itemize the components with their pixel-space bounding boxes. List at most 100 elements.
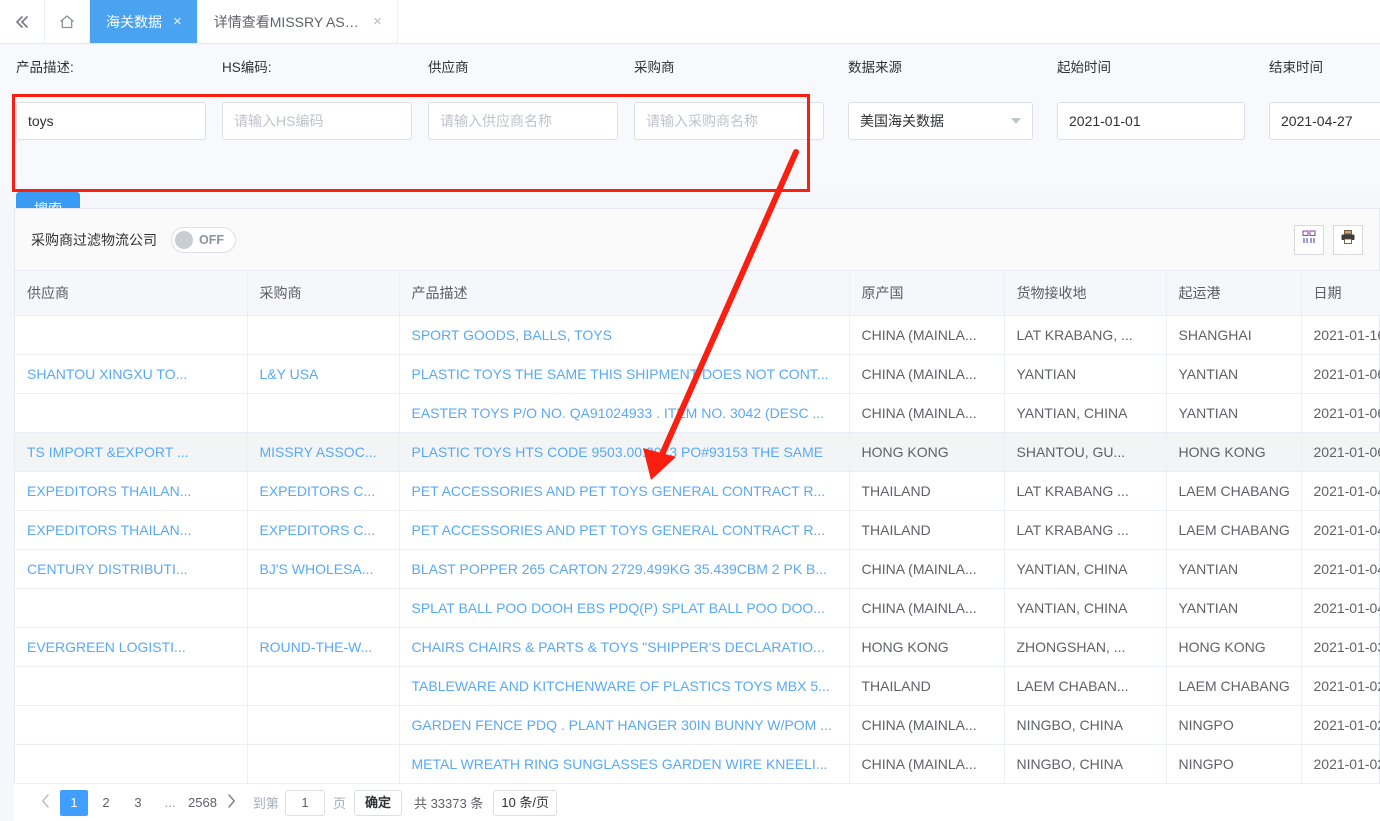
tab-label: 详情查看MISSRY ASS... (213, 13, 362, 30)
page-button-1[interactable]: 1 (60, 789, 88, 816)
next-page-button[interactable] (219, 793, 245, 812)
table-row[interactable]: EASTER TOYS P/O NO. QA91024933 . ITEM NO… (15, 393, 1380, 433)
table-row[interactable]: TABLEWARE AND KITCHENWARE OF PLASTICS TO… (15, 666, 1380, 706)
cell-origin: CHINA (MAINLA... (849, 744, 1005, 784)
cell-desc[interactable]: PET ACCESSORIES AND PET TOYS GENERAL CON… (399, 510, 850, 550)
cell-desc[interactable]: TABLEWARE AND KITCHENWARE OF PLASTICS TO… (399, 666, 850, 706)
cell-desc[interactable]: PLASTIC TOYS THE SAME THIS SHIPMENT DOES… (399, 354, 850, 394)
tab-bar: 海关数据 × 详情查看MISSRY ASS... × (0, 0, 1380, 44)
cell-desc[interactable]: GARDEN FENCE PDQ . PLANT HANGER 30IN BUN… (399, 705, 850, 745)
page-jump-input[interactable]: 1 (284, 789, 325, 816)
cell-buyer[interactable]: EXPEDITORS C... (247, 471, 400, 511)
cell-supplier[interactable]: CENTURY DISTRIBUTI... (15, 549, 248, 589)
tab-detail-view[interactable]: 详情查看MISSRY ASS... × (198, 0, 398, 43)
table-row[interactable]: SHANTOU XINGXU TO... L&Y USA PLASTIC TOYS … (15, 354, 1380, 394)
cell-supplier[interactable]: EVERGREEN LOGISTI... (15, 627, 248, 667)
table-row[interactable]: SPORT GOODS, BALLS, TOYS CHINA (MAINLA...… (15, 315, 1380, 355)
cell-desc[interactable]: PLASTIC TOYS HTS CODE 9503.00.0073 PO#93… (399, 432, 850, 472)
cell-recv: YANTIAN, CHINA (1004, 549, 1167, 589)
buyer-input[interactable]: 请输入采购商名称 (634, 102, 824, 140)
cell-origin: THAILAND (849, 510, 1005, 550)
cell-date: 2021-01-06 (1301, 393, 1380, 433)
cell-date: 2021-01-04 (1301, 471, 1380, 511)
table-row[interactable]: TS IMPORT &EXPORT ... MISSRY ASSOC... PLAS… (15, 432, 1380, 472)
cell-desc[interactable]: PET ACCESSORIES AND PET TOYS GENERAL CON… (399, 471, 850, 511)
col-header-origin[interactable]: 原产国 (849, 271, 1005, 316)
table-row[interactable]: SPLAT BALL POO DOOH EBS PDQ(P) SPLAT BAL… (15, 588, 1380, 628)
cell-buyer[interactable]: L&Y USA (247, 354, 400, 394)
page-size-select[interactable]: 10 条/页 (493, 789, 558, 816)
cell-supplier[interactable]: EXPEDITORS THAILAN... (15, 510, 248, 550)
cell-desc[interactable]: EASTER TOYS P/O NO. QA91024933 . ITEM NO… (399, 393, 850, 433)
product-desc-input[interactable]: toys (16, 102, 206, 140)
cell-desc[interactable]: SPLAT BALL POO DOOH EBS PDQ(P) SPLAT BAL… (399, 588, 850, 628)
col-header-date[interactable]: 日期 (1301, 271, 1380, 316)
cell-buyer[interactable]: ROUND-THE-W... (247, 627, 400, 667)
cell-origin: HONG KONG (849, 627, 1005, 667)
cell-port: SHANGHAI (1166, 315, 1302, 355)
search-field-row: 产品描述: toys HS编码: 请输入HS编码 供应商 请输入供应商名称 采购… (0, 44, 1380, 140)
table-row[interactable]: GARDEN FENCE PDQ . PLANT HANGER 30IN BUN… (15, 705, 1380, 745)
column-settings-button[interactable] (1294, 224, 1324, 255)
cell-supplier (15, 393, 248, 433)
print-icon (1340, 229, 1356, 250)
cell-desc[interactable]: METAL WREATH RING SUNGLASSES GARDEN WIRE… (399, 744, 850, 784)
table-row[interactable]: EXPEDITORS THAILAN... EXPEDITORS C... PET … (15, 471, 1380, 511)
home-button[interactable] (45, 0, 90, 43)
cell-buyer[interactable]: BJ'S WHOLESA... (247, 549, 400, 589)
page-button-last[interactable]: 2568 (188, 790, 217, 816)
cell-supplier[interactable]: TS IMPORT &EXPORT ... (15, 432, 248, 472)
hs-code-input[interactable]: 请输入HS编码 (222, 102, 412, 140)
print-button[interactable] (1333, 224, 1363, 255)
col-header-buyer[interactable]: 采购商 (247, 271, 400, 316)
chevron-down-icon (1011, 118, 1021, 124)
jump-confirm-button[interactable]: 确定 (353, 789, 402, 816)
cell-port: YANTIAN (1166, 588, 1302, 628)
cell-recv: LAT KRABANG ... (1004, 510, 1167, 550)
cell-desc[interactable]: BLAST POPPER 265 CARTON 2729.499KG 35.43… (399, 549, 850, 589)
cell-recv: NINGBO, CHINA (1004, 744, 1167, 784)
col-header-supplier[interactable]: 供应商 (15, 271, 248, 316)
col-header-receipt[interactable]: 货物接收地 (1004, 271, 1167, 316)
cell-supplier[interactable]: EXPEDITORS THAILAN... (15, 471, 248, 511)
buyer-filter-toggle[interactable]: OFF (171, 226, 236, 253)
search-panel: 产品描述: toys HS编码: 请输入HS编码 供应商 请输入供应商名称 采购… (0, 44, 1380, 234)
field-label: 产品描述: (16, 60, 74, 75)
cell-desc[interactable]: CHAIRS CHAIRS & PARTS & TOYS "SHIPPER'S … (399, 627, 850, 667)
page-button-3[interactable]: 3 (124, 790, 152, 816)
col-header-desc[interactable]: 产品描述 (399, 271, 850, 316)
field-start-date: 起始时间 2021-01-01 (1033, 56, 1245, 140)
cell-recv: ZHONGSHAN, ... (1004, 627, 1167, 667)
field-data-source: 数据来源 美国海关数据 (824, 56, 1033, 140)
jump-prefix-label: 到第 (252, 796, 279, 811)
table-header-row: 供应商 采购商 产品描述 原产国 货物接收地 起运港 日期 (15, 271, 1380, 316)
cell-port: LAEM CHABANG (1166, 666, 1302, 706)
page-button-2[interactable]: 2 (92, 790, 120, 816)
start-date-input[interactable]: 2021-01-01 (1057, 102, 1245, 140)
table-row[interactable]: EVERGREEN LOGISTI... ROUND-THE-W... CHAIRS… (15, 627, 1380, 667)
double-chevron-left-icon (12, 12, 32, 32)
cell-date: 2021-01-04 (1301, 588, 1380, 628)
supplier-input[interactable]: 请输入供应商名称 (428, 102, 618, 140)
col-header-port[interactable]: 起运港 (1166, 271, 1302, 316)
cell-desc[interactable]: SPORT GOODS, BALLS, TOYS (399, 315, 850, 355)
tab-close-icon[interactable]: × (372, 14, 383, 29)
results-table: 供应商 采购商 产品描述 原产国 货物接收地 起运港 日期 SPORT GOOD… (15, 271, 1380, 784)
tab-customs-data[interactable]: 海关数据 × (90, 0, 198, 43)
cell-buyer[interactable]: EXPEDITORS C... (247, 510, 400, 550)
field-label: 结束时间 (1269, 60, 1323, 75)
table-row[interactable]: CENTURY DISTRIBUTI... BJ'S WHOLESA... BLAS… (15, 549, 1380, 589)
end-date-input[interactable]: 2021-04-27 (1269, 102, 1380, 140)
cell-supplier[interactable]: SHANTOU XINGXU TO... (15, 354, 248, 394)
prev-page-button[interactable] (32, 793, 58, 812)
data-source-select[interactable]: 美国海关数据 (848, 102, 1033, 140)
cell-date: 2021-01-04 (1301, 549, 1380, 589)
cell-origin: CHINA (MAINLA... (849, 393, 1005, 433)
table-head: 供应商 采购商 产品描述 原产国 货物接收地 起运港 日期 (15, 271, 1380, 316)
tab-close-icon[interactable]: × (172, 14, 183, 29)
cell-buyer[interactable]: MISSRY ASSOC... (247, 432, 400, 472)
table-row[interactable]: METAL WREATH RING SUNGLASSES GARDEN WIRE… (15, 744, 1380, 784)
cell-port: YANTIAN (1166, 393, 1302, 433)
table-row[interactable]: EXPEDITORS THAILAN... EXPEDITORS C... PET … (15, 510, 1380, 550)
collapse-sidebar-button[interactable] (0, 0, 45, 43)
